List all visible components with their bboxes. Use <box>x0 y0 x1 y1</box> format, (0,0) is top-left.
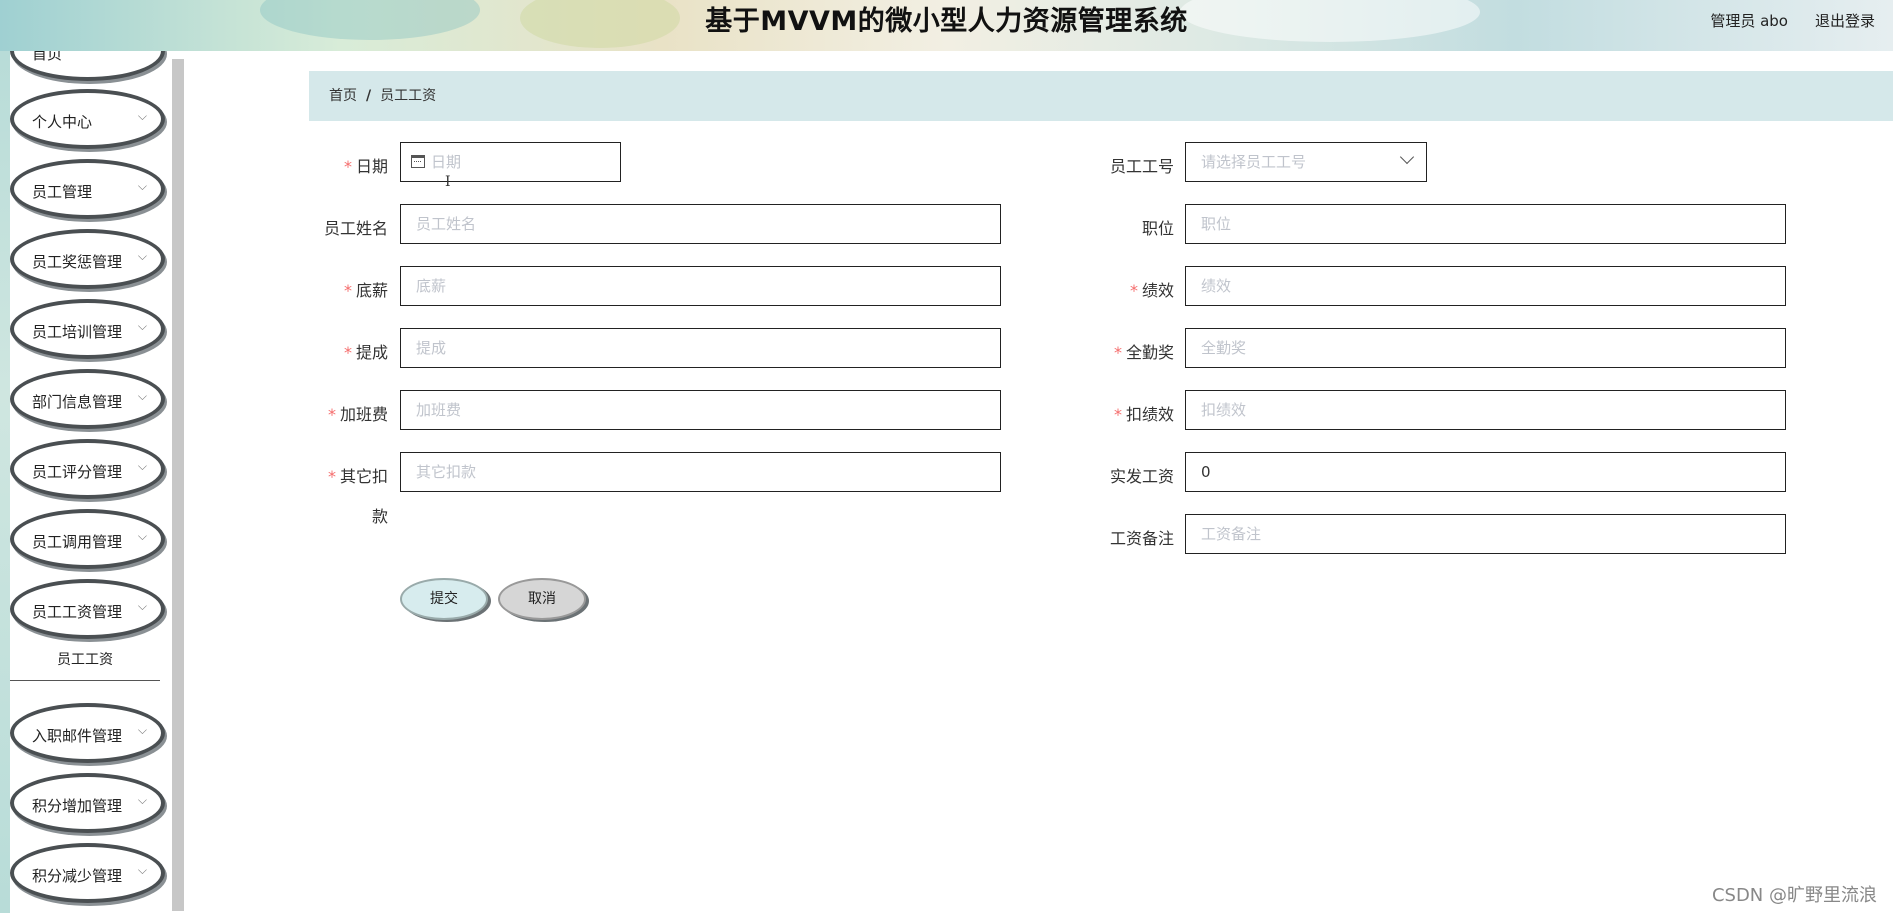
sidebar-item-label: 部门信息管理 <box>32 393 123 411</box>
app-title: 基于MVVM的微小型人力资源管理系统 <box>705 6 1188 37</box>
performance-deduction-input[interactable]: 扣绩效 <box>1185 390 1786 430</box>
employee-id-label: 员工工号 <box>1109 157 1174 176</box>
chevron-down-icon: ⌵ <box>137 179 147 193</box>
sidebar-item-label: 个人中心 <box>32 113 93 131</box>
top-header: 基于MVVM的微小型人力资源管理系统 管理员 abo 退出登录 <box>0 0 1893 51</box>
sidebar-scrollbar[interactable] <box>172 59 184 911</box>
chevron-down-icon: ⌵ <box>137 599 147 613</box>
sidebar-item-label: 入职邮件管理 <box>32 727 123 745</box>
logout-link[interactable]: 退出登录 <box>1815 10 1875 31</box>
sidebar-rail <box>0 51 10 913</box>
other-deduction-label: * 其它扣 <box>327 467 388 486</box>
calendar-icon <box>411 155 425 168</box>
sidebar-item-label: 员工奖惩管理 <box>32 253 123 271</box>
chevron-down-icon: ⌵ <box>137 389 147 403</box>
chevron-down-icon: ⌵ <box>137 459 147 473</box>
actual-salary-input[interactable]: 0 <box>1185 452 1786 492</box>
overtime-input[interactable]: 加班费 <box>400 390 1001 430</box>
base-salary-input[interactable]: 底薪 <box>400 266 1001 306</box>
performance-deduction-label: * 扣绩效 <box>1113 405 1174 424</box>
position-input[interactable]: 职位 <box>1185 204 1786 244</box>
sidebar-item-points-decrease[interactable]: 积分减少管理 ⌵ <box>10 843 165 903</box>
text-cursor-icon: I <box>445 174 451 190</box>
chevron-down-icon: ⌵ <box>137 109 147 123</box>
sidebar-item-rewards[interactable]: 员工奖惩管理 ⌵ <box>10 229 165 289</box>
sidebar: 首页 个人中心 ⌵ 员工管理 ⌵ 员工奖惩管理 ⌵ 员工培训管理 ⌵ 部门信息管… <box>0 51 185 913</box>
sidebar-item-onboarding-mail[interactable]: 入职邮件管理 ⌵ <box>10 703 165 763</box>
chevron-down-icon: ⌵ <box>137 793 147 807</box>
employee-name-label: 员工姓名 <box>323 219 388 238</box>
performance-input[interactable]: 绩效 <box>1185 266 1786 306</box>
sidebar-item-training[interactable]: 员工培训管理 ⌵ <box>10 299 165 359</box>
employee-name-input[interactable]: 员工姓名 <box>400 204 1001 244</box>
chevron-down-icon: ⌵ <box>137 723 147 737</box>
actual-salary-label: 实发工资 <box>1109 467 1174 486</box>
chevron-down-icon: ⌵ <box>137 863 147 877</box>
employee-id-select[interactable]: 请选择员工工号 <box>1185 142 1427 182</box>
breadcrumb-separator: / <box>366 88 372 104</box>
overtime-label: * 加班费 <box>327 405 388 424</box>
sidebar-item-salary[interactable]: 员工工资管理 ⌵ <box>10 579 165 639</box>
other-deduction-label-wrap: 款 <box>371 507 388 526</box>
submenu-item-salary[interactable]: 员工工资 <box>10 639 160 681</box>
performance-label: * 绩效 <box>1129 281 1174 300</box>
breadcrumb: 首页 / 员工工资 <box>309 71 1893 121</box>
date-picker[interactable]: 日期 I <box>400 142 621 190</box>
sidebar-item-label: 员工培训管理 <box>32 323 123 341</box>
sidebar-item-label: 员工管理 <box>32 183 93 201</box>
chevron-down-icon: ⌵ <box>137 529 147 543</box>
sidebar-item-label: 积分减少管理 <box>32 867 123 885</box>
attendance-bonus-label: * 全勤奖 <box>1113 343 1174 362</box>
chevron-down-icon: ⌵ <box>137 319 147 333</box>
commission-label: * 提成 <box>343 343 388 362</box>
breadcrumb-home[interactable]: 首页 <box>329 88 357 104</box>
sidebar-item-points-increase[interactable]: 积分增加管理 ⌵ <box>10 773 165 833</box>
current-user: 管理员 abo <box>1710 12 1788 30</box>
chevron-down-icon: ⌵ <box>137 249 147 263</box>
sidebar-item-label: 员工评分管理 <box>32 463 123 481</box>
chevron-down-icon <box>1399 149 1415 165</box>
sidebar-item-label: 积分增加管理 <box>32 797 123 815</box>
other-deduction-input[interactable]: 其它扣款 <box>400 452 1001 492</box>
salary-note-input[interactable]: 工资备注 <box>1185 514 1786 554</box>
base-salary-label: * 底薪 <box>343 281 388 300</box>
sidebar-item-department[interactable]: 部门信息管理 ⌵ <box>10 369 165 429</box>
submit-button[interactable]: 提交 <box>400 578 488 620</box>
sidebar-item-employee[interactable]: 员工管理 ⌵ <box>10 159 165 219</box>
cancel-button[interactable]: 取消 <box>498 578 586 620</box>
position-label: 职位 <box>1141 219 1174 238</box>
watermark: CSDN @旷野里流浪 <box>1711 885 1877 906</box>
sidebar-item-label: 首页 <box>32 51 63 63</box>
sidebar-item-home[interactable]: 首页 <box>10 51 165 81</box>
sidebar-item-label: 员工调用管理 <box>32 533 123 551</box>
sidebar-item-transfer[interactable]: 员工调用管理 ⌵ <box>10 509 165 569</box>
attendance-bonus-input[interactable]: 全勤奖 <box>1185 328 1786 368</box>
salary-note-label: 工资备注 <box>1109 529 1174 548</box>
sidebar-item-label: 员工工资管理 <box>32 603 123 621</box>
sidebar-item-rating[interactable]: 员工评分管理 ⌵ <box>10 439 165 499</box>
commission-input[interactable]: 提成 <box>400 328 1001 368</box>
breadcrumb-current: 员工工资 <box>380 88 437 104</box>
sidebar-item-personal-center[interactable]: 个人中心 ⌵ <box>10 89 165 149</box>
date-label: * 日期 <box>343 157 388 176</box>
